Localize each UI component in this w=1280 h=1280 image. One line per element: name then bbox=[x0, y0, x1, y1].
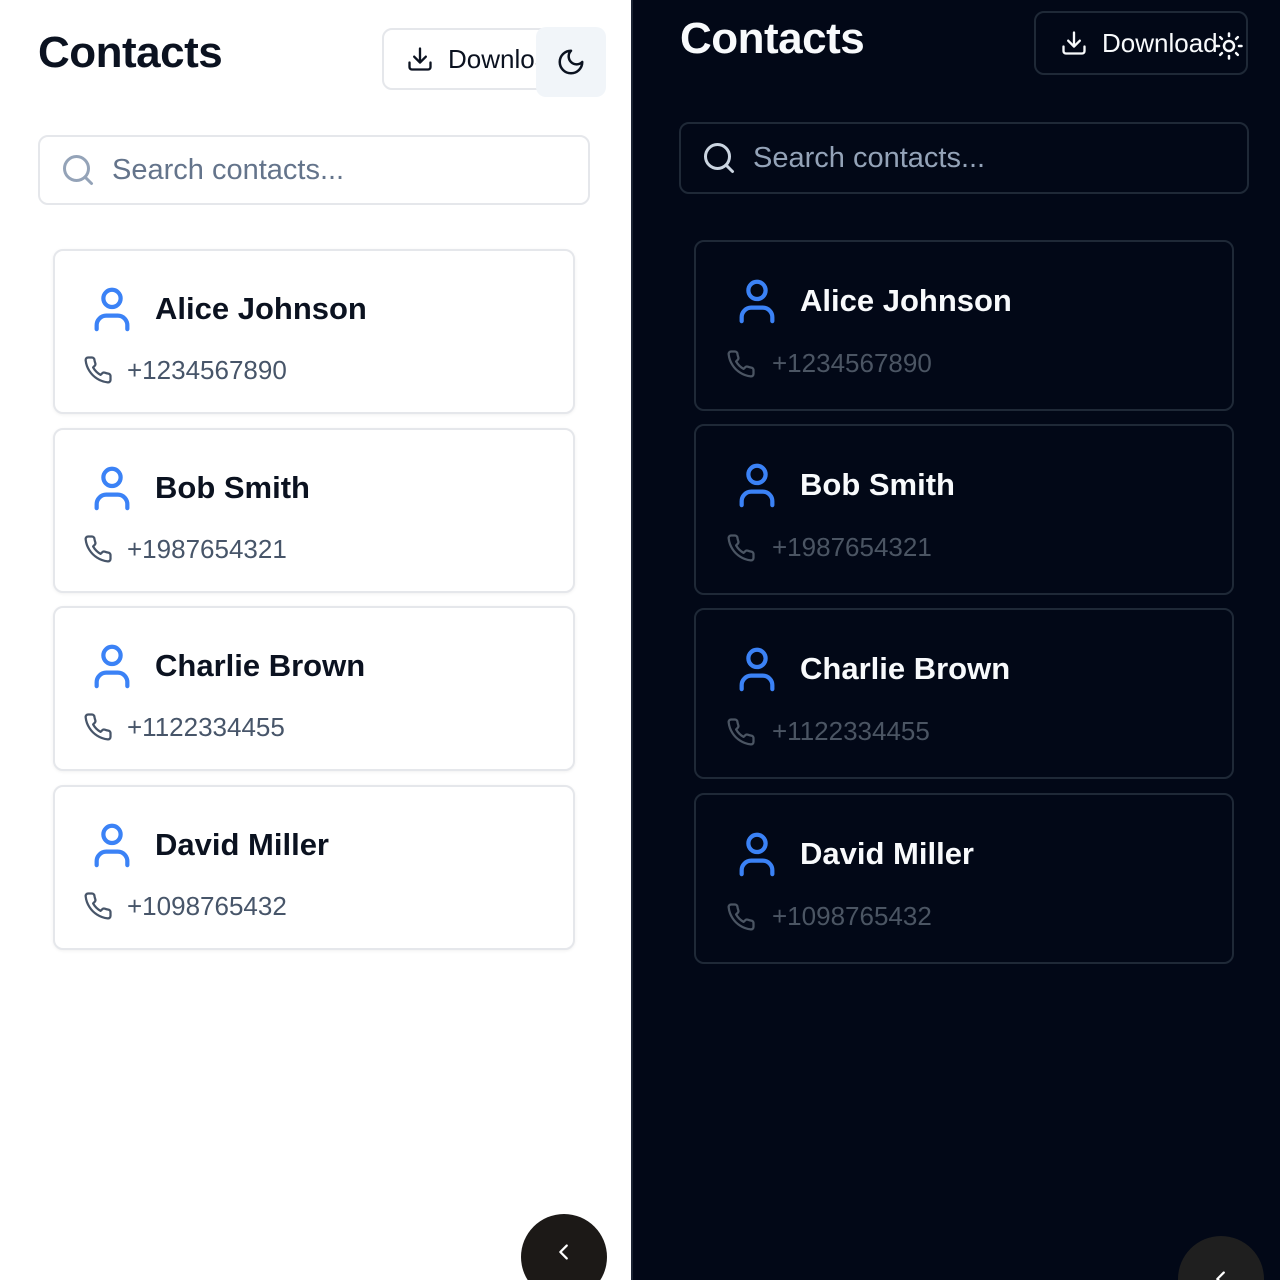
contact-phone: +1234567890 bbox=[772, 348, 932, 378]
user-icon bbox=[739, 832, 775, 877]
page-title: Contacts bbox=[680, 14, 865, 63]
chevron-left-icon bbox=[559, 1244, 568, 1260]
page-title: Contacts bbox=[38, 28, 223, 77]
moon-icon bbox=[558, 49, 584, 75]
contact-phone: +1234567890 bbox=[127, 355, 287, 385]
chevron-left-icon bbox=[1216, 1271, 1225, 1280]
contact-name: Bob Smith bbox=[155, 470, 310, 505]
user-icon bbox=[739, 463, 775, 508]
user-icon bbox=[739, 647, 775, 692]
sun-icon bbox=[1215, 32, 1243, 60]
search-bar bbox=[679, 122, 1249, 194]
theme-toggle-button[interactable] bbox=[536, 27, 606, 97]
user-icon bbox=[94, 823, 130, 868]
download-icon bbox=[1062, 31, 1086, 55]
contact-phone: +1987654321 bbox=[127, 534, 287, 564]
contact-card[interactable]: Alice Johnson +1234567890 bbox=[53, 249, 575, 414]
phone-icon bbox=[84, 535, 112, 563]
search-input[interactable] bbox=[112, 153, 552, 187]
download-button-label: Download bbox=[1102, 27, 1218, 58]
contact-name: Alice Johnson bbox=[800, 283, 1012, 318]
contact-card[interactable]: Charlie Brown +1122334455 bbox=[694, 608, 1234, 779]
contact-phone: +1098765432 bbox=[127, 891, 287, 921]
collapse-button[interactable] bbox=[1178, 1236, 1264, 1280]
contact-phone: +1987654321 bbox=[772, 532, 932, 562]
contact-name: David Miller bbox=[155, 827, 329, 862]
contact-name: Bob Smith bbox=[800, 467, 955, 502]
contact-phone: +1122334455 bbox=[127, 712, 285, 742]
phone-icon bbox=[727, 350, 755, 378]
contact-card[interactable]: Bob Smith +1987654321 bbox=[694, 424, 1234, 595]
phone-icon bbox=[84, 892, 112, 920]
contact-card[interactable]: David Miller +1098765432 bbox=[53, 785, 575, 950]
search-input[interactable] bbox=[753, 141, 1193, 175]
contact-name: David Miller bbox=[800, 836, 974, 871]
contact-card[interactable]: Bob Smith +1987654321 bbox=[53, 428, 575, 593]
phone-icon bbox=[727, 903, 755, 931]
phone-icon bbox=[727, 534, 755, 562]
phone-icon bbox=[84, 713, 112, 741]
search-icon bbox=[63, 155, 93, 185]
search-icon bbox=[704, 143, 734, 173]
dark-theme-panel: Contacts Download Alice Johnson +1234567… bbox=[631, 0, 1280, 1280]
contact-card[interactable]: David Miller +1098765432 bbox=[694, 793, 1234, 964]
phone-icon bbox=[727, 718, 755, 746]
contact-phone: +1122334455 bbox=[772, 716, 930, 746]
user-icon bbox=[739, 279, 775, 324]
phone-icon bbox=[84, 356, 112, 384]
light-theme-panel: Contacts Download Alice Johnson +1234567… bbox=[0, 0, 631, 1280]
contact-phone: +1098765432 bbox=[772, 901, 932, 931]
contact-name: Alice Johnson bbox=[155, 291, 367, 326]
collapse-button[interactable] bbox=[521, 1214, 607, 1280]
search-bar bbox=[38, 135, 590, 205]
contact-card[interactable]: Charlie Brown +1122334455 bbox=[53, 606, 575, 771]
contact-name: Charlie Brown bbox=[800, 651, 1011, 686]
contact-name: Charlie Brown bbox=[155, 648, 366, 683]
contact-card[interactable]: Alice Johnson +1234567890 bbox=[694, 240, 1234, 411]
user-icon bbox=[94, 287, 130, 332]
download-icon bbox=[408, 47, 432, 71]
theme-toggle-button[interactable] bbox=[1209, 26, 1249, 66]
user-icon bbox=[94, 644, 130, 689]
user-icon bbox=[94, 466, 130, 511]
